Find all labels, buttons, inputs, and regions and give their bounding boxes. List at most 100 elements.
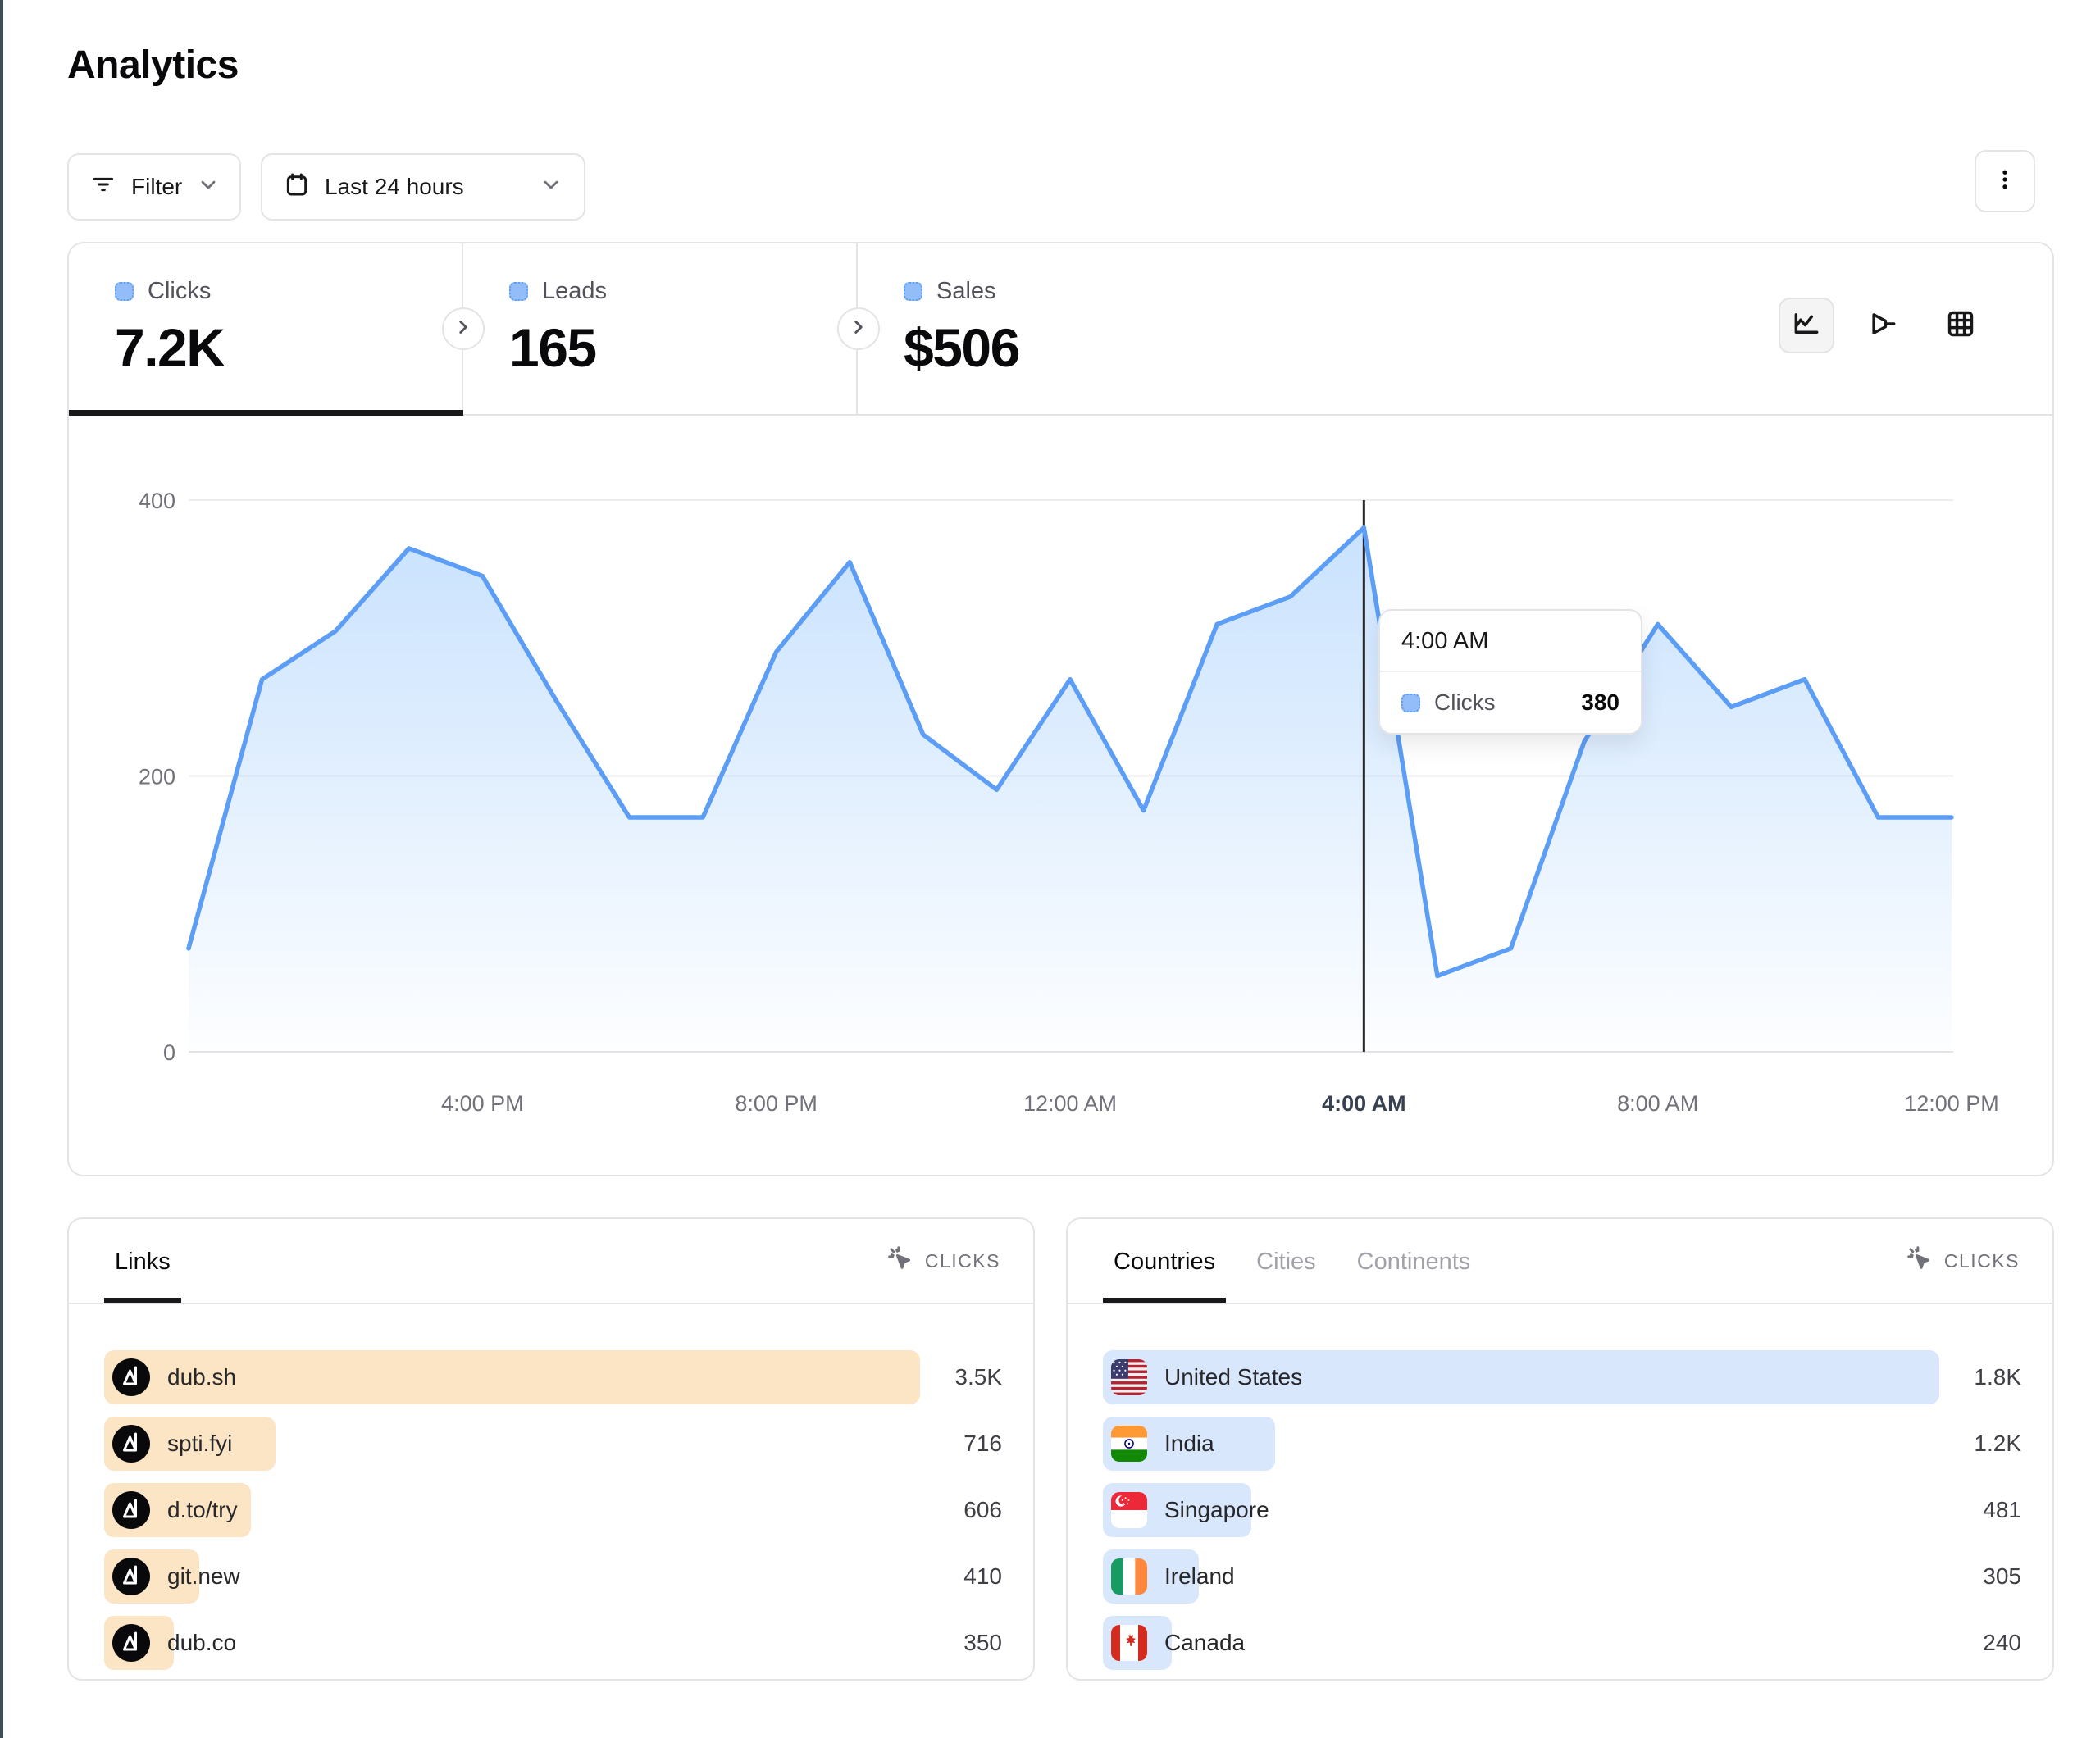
clicks-tab-label: Clicks (148, 278, 211, 305)
flag-us-icon (1111, 1359, 1147, 1395)
tab-sales[interactable]: Sales $506 (858, 243, 1252, 414)
svg-text:4:00 PM: 4:00 PM (441, 1091, 524, 1116)
list-item[interactable]: Canada 240 (1103, 1616, 2021, 1670)
dub-logo-icon (112, 1491, 150, 1529)
svg-text:8:00 AM: 8:00 AM (1617, 1091, 1698, 1116)
chevron-right-icon (453, 316, 474, 342)
tab-cities[interactable]: Cities (1246, 1219, 1327, 1303)
cursor-click-icon (1906, 1244, 1934, 1277)
row-label: Canada (1164, 1630, 1245, 1656)
leads-legend-swatch (509, 282, 528, 301)
flag-ie-icon (1111, 1558, 1147, 1595)
tooltip-series-swatch (1401, 694, 1420, 712)
row-label: dub.sh (167, 1364, 236, 1390)
row-value: 410 (920, 1563, 1002, 1590)
row-value: 1.8K (1939, 1364, 2021, 1390)
page-title: Analytics (67, 43, 239, 88)
sales-value: $506 (904, 316, 1252, 379)
sales-legend-swatch (904, 282, 922, 301)
list-item[interactable]: dub.sh 3.5K (104, 1350, 1002, 1404)
more-menu-button[interactable] (1975, 150, 2035, 212)
expand-clicks-button[interactable] (442, 307, 485, 350)
tab-leads[interactable]: Leads 165 (463, 243, 858, 414)
cursor-click-icon (886, 1244, 914, 1277)
flag-sg-icon (1111, 1492, 1147, 1528)
list-item[interactable]: git.new 410 (104, 1549, 1002, 1604)
row-label: dub.co (167, 1630, 236, 1656)
tooltip-series-value: 380 (1581, 689, 1619, 716)
kebab-menu-icon (1993, 167, 2017, 196)
row-value: 350 (920, 1630, 1002, 1656)
table-grid-icon (1945, 308, 1976, 344)
row-value: 240 (1939, 1630, 2021, 1656)
svg-text:8:00 PM: 8:00 PM (735, 1091, 818, 1116)
row-value: 481 (1939, 1497, 2021, 1523)
svg-text:0: 0 (163, 1040, 175, 1065)
row-label: git.new (167, 1563, 240, 1590)
row-label: United States (1164, 1364, 1302, 1390)
chart-tooltip: 4:00 AM Clicks 380 (1378, 609, 1642, 735)
calendar-icon (284, 171, 310, 203)
list-item[interactable]: dub.co 350 (104, 1616, 1002, 1670)
list-item[interactable]: United States 1.8K (1103, 1350, 2021, 1404)
list-item[interactable]: India 1.2K (1103, 1417, 2021, 1471)
tab-clicks[interactable]: Clicks 7.2K (69, 243, 463, 414)
clicks-legend-swatch (115, 282, 134, 301)
svg-text:4:00 AM: 4:00 AM (1322, 1091, 1406, 1116)
leads-value: 165 (509, 316, 856, 379)
view-toggle-table[interactable] (1933, 298, 1988, 353)
date-range-label: Last 24 hours (325, 174, 464, 200)
analytics-chart-card: Clicks 7.2K Leads 165 Sales $506 (67, 242, 2054, 1176)
countries-panel: Countries Cities Continents CLICKS Unite… (1066, 1217, 2054, 1681)
row-label: Ireland (1164, 1563, 1235, 1590)
list-item[interactable]: d.to/try606 (104, 1483, 1002, 1537)
svg-text:12:00 PM: 12:00 PM (1904, 1091, 1999, 1116)
stats-tab-bar: Clicks 7.2K Leads 165 Sales $506 (69, 243, 2052, 416)
chart-view-toggles (1779, 298, 1988, 353)
leads-tab-label: Leads (542, 278, 607, 305)
row-label: Singapore (1164, 1497, 1269, 1523)
row-value: 716 (920, 1431, 1002, 1457)
tooltip-time: 4:00 AM (1380, 611, 1641, 672)
list-item[interactable]: Ireland 305 (1103, 1549, 2021, 1604)
row-value: 305 (1939, 1563, 2021, 1590)
line-chart-icon (1791, 308, 1822, 344)
view-toggle-funnel-chart[interactable] (1856, 298, 1911, 353)
filter-button-label: Filter (131, 174, 182, 200)
list-item[interactable]: Singapore 481 (1103, 1483, 2021, 1537)
row-label: India (1164, 1431, 1214, 1457)
time-series-chart[interactable]: 02004004:00 PM8:00 PM12:00 AM4:00 AM8:00… (69, 414, 2052, 1175)
expand-leads-button[interactable] (837, 307, 880, 350)
sidebar-edge (0, 0, 3, 1738)
countries-metric-selector[interactable]: CLICKS (1906, 1219, 2020, 1303)
funnel-chart-icon (1868, 308, 1899, 344)
links-metric-label: CLICKS (925, 1250, 1000, 1272)
countries-metric-label: CLICKS (1944, 1250, 2020, 1272)
chevron-down-icon (540, 173, 563, 202)
view-toggle-line-chart[interactable] (1779, 298, 1834, 353)
clicks-value: 7.2K (115, 316, 462, 379)
filter-button[interactable]: Filter (67, 153, 241, 221)
tooltip-series-label: Clicks (1434, 689, 1496, 716)
tab-countries[interactable]: Countries (1103, 1219, 1226, 1303)
filter-lines-icon (90, 171, 116, 203)
date-range-button[interactable]: Last 24 hours (261, 153, 585, 221)
row-label: d.to/try (167, 1497, 238, 1523)
links-metric-selector[interactable]: CLICKS (886, 1219, 1000, 1303)
sales-tab-label: Sales (936, 278, 996, 305)
list-item[interactable]: spti.fyi 716 (104, 1417, 1002, 1471)
row-label: spti.fyi (167, 1431, 232, 1457)
flag-in-icon (1111, 1426, 1147, 1462)
svg-text:400: 400 (139, 489, 175, 513)
dub-logo-icon (112, 1624, 150, 1662)
row-value: 3.5K (920, 1364, 1002, 1390)
svg-text:200: 200 (139, 765, 175, 789)
chevron-down-icon (197, 173, 220, 202)
tab-continents[interactable]: Continents (1346, 1219, 1482, 1303)
row-value: 1.2K (1939, 1431, 2021, 1457)
tab-links[interactable]: Links (104, 1219, 181, 1303)
links-panel: Links CLICKS dub.sh 3.5K spti.fyi 716 d.to/t… (67, 1217, 1035, 1681)
dub-logo-icon (112, 1358, 150, 1396)
chevron-right-icon (848, 316, 869, 342)
dub-logo-icon (112, 1558, 150, 1595)
